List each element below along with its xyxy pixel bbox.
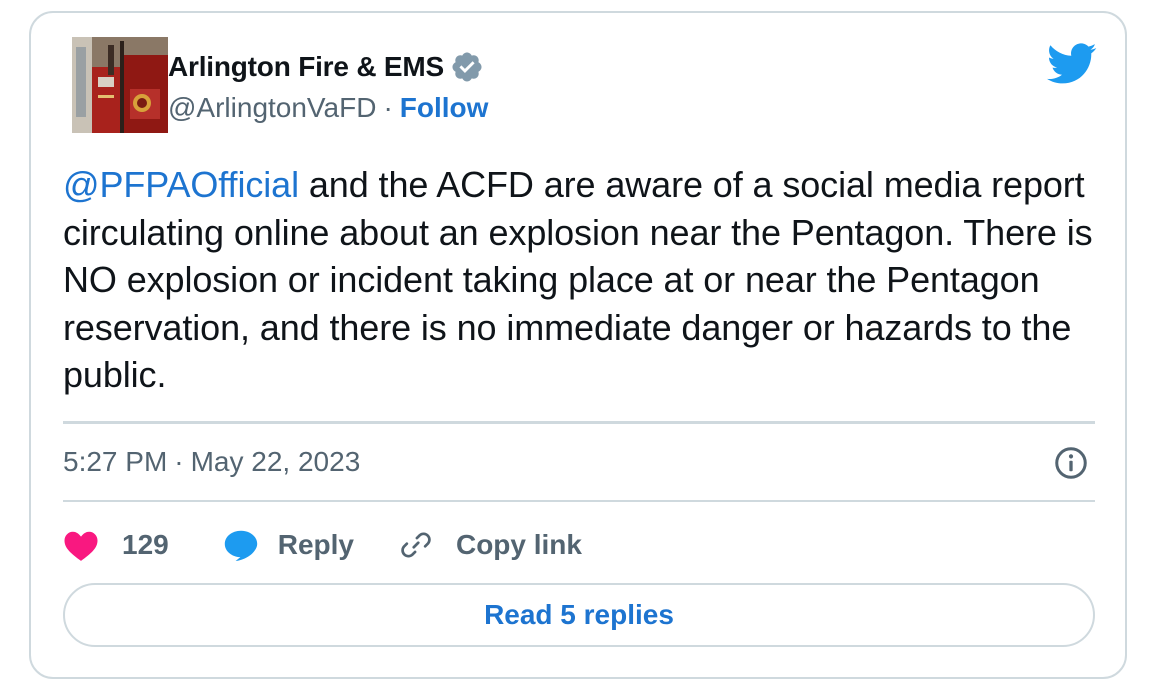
twitter-bird-icon[interactable] <box>1047 43 1097 85</box>
copy-link-label: Copy link <box>455 529 582 560</box>
tweet-timestamp[interactable]: 5:27 PM · May 22, 2023 <box>63 444 360 480</box>
action-bar: 129 Reply Copy link <box>63 525 582 565</box>
reply-button[interactable]: Reply <box>223 528 354 562</box>
tweet-card: Arlington Fire & EMS @ArlingtonVaFD · Fo… <box>29 11 1127 679</box>
mention-link[interactable]: @PFPAOfficial <box>63 164 299 205</box>
info-icon[interactable] <box>1053 445 1089 481</box>
author-handle-row: @ArlingtonVaFD · Follow <box>168 91 488 125</box>
divider <box>63 500 1095 502</box>
handle-separator: · <box>383 92 393 123</box>
avatar[interactable] <box>72 37 168 133</box>
reply-bubble-icon <box>224 530 257 562</box>
link-icon <box>401 532 431 558</box>
avatar-image <box>72 37 168 133</box>
divider <box>63 421 1095 424</box>
read-replies-button[interactable]: Read 5 replies <box>63 583 1095 647</box>
author-name-row[interactable]: Arlington Fire & EMS <box>168 50 484 84</box>
timestamp-separator: · <box>174 446 184 477</box>
copy-link-button[interactable]: Copy link <box>398 527 582 563</box>
reply-label: Reply <box>277 529 354 560</box>
heart-icon <box>64 531 98 561</box>
verified-badge-icon <box>452 52 482 82</box>
author-display-name[interactable]: Arlington Fire & EMS <box>168 51 444 83</box>
author-handle[interactable]: @ArlingtonVaFD <box>168 92 376 124</box>
tweet-time[interactable]: 5:27 PM <box>63 446 167 478</box>
like-count: 129 <box>122 529 169 560</box>
tweet-date[interactable]: May 22, 2023 <box>191 446 361 478</box>
like-button[interactable]: 129 <box>63 528 169 562</box>
tweet-text: @PFPAOfficial and the ACFD are aware of … <box>63 161 1103 399</box>
follow-button[interactable]: Follow <box>400 92 489 124</box>
